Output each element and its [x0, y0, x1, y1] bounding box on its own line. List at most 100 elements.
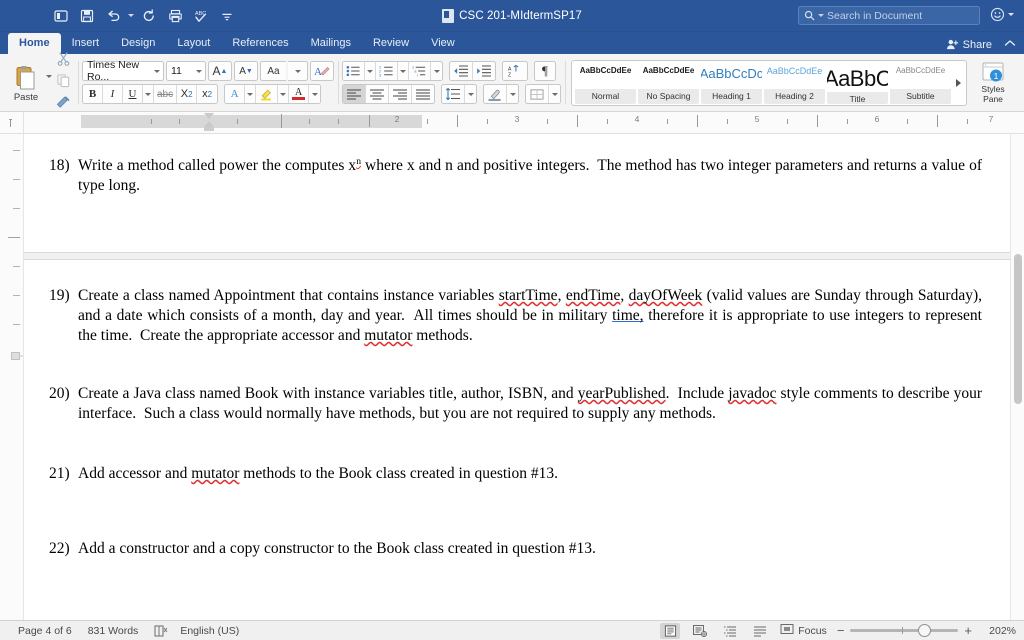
font-color-button[interactable]: A: [289, 85, 310, 103]
question-21[interactable]: 21) Add accessor and mutator methods to …: [24, 464, 1010, 484]
style-normal[interactable]: AaBbCcDdEe Normal: [575, 62, 636, 104]
outline-view-button[interactable]: [720, 623, 740, 639]
change-case-caret[interactable]: [288, 61, 308, 81]
font-color-caret[interactable]: [309, 85, 320, 103]
show-formatting-marks-button[interactable]: ¶: [534, 61, 556, 81]
italic-button[interactable]: I: [103, 85, 123, 103]
vertical-scrollbar[interactable]: [1010, 134, 1024, 620]
style-heading-1[interactable]: AaBbCcDc Heading 1: [701, 62, 762, 104]
font-size-caret-icon[interactable]: [196, 69, 202, 73]
line-spacing-caret[interactable]: [465, 85, 476, 103]
bullet-list-icon[interactable]: [343, 62, 365, 80]
highlight-caret[interactable]: [278, 85, 290, 103]
question-20[interactable]: 20) Create a Java class named Book with …: [24, 384, 1010, 424]
style-subtitle[interactable]: AaBbCcDdEe Subtitle: [890, 62, 951, 104]
subscript-button[interactable]: X2: [177, 85, 198, 103]
increase-indent-icon[interactable]: [473, 62, 495, 80]
share-button[interactable]: Share: [946, 38, 992, 51]
bullet-list-caret[interactable]: [365, 62, 376, 80]
search-input[interactable]: Search in Document: [798, 6, 980, 25]
account-smiley-button[interactable]: [990, 7, 1014, 22]
styles-gallery-more-icon[interactable]: [952, 79, 964, 87]
shading-caret[interactable]: [507, 85, 518, 103]
draft-view-button[interactable]: [750, 623, 770, 639]
decrease-indent-icon[interactable]: [450, 62, 473, 80]
numbered-list-caret[interactable]: [398, 62, 409, 80]
tab-stop-selector[interactable]: [0, 112, 24, 133]
redo-icon[interactable]: [136, 4, 162, 28]
tab-layout[interactable]: Layout: [166, 33, 221, 54]
font-name-input[interactable]: Times New Ro...: [82, 59, 164, 83]
zoom-level[interactable]: 202%: [982, 625, 1016, 637]
ruler-tab-stop[interactable]: [281, 114, 282, 128]
language-indicator[interactable]: English (US): [180, 625, 255, 637]
justify-icon[interactable]: [412, 85, 434, 103]
vertical-scrollbar-thumb[interactable]: [1014, 254, 1022, 404]
word-count[interactable]: 831 Words: [88, 625, 155, 637]
align-right-icon[interactable]: [389, 85, 412, 103]
clear-formatting-button[interactable]: A: [310, 61, 334, 81]
zoom-thumb[interactable]: [918, 624, 932, 637]
numbered-list-icon[interactable]: 123: [376, 62, 398, 80]
paste-button[interactable]: Paste: [6, 63, 46, 103]
style-heading-2[interactable]: AaBbCcDdEe Heading 2: [764, 62, 825, 104]
proofing-errors-icon[interactable]: [154, 624, 180, 637]
undo-dropdown-caret-icon[interactable]: [126, 4, 136, 28]
undo-icon[interactable]: [100, 4, 126, 28]
zoom-slider[interactable]: − +: [837, 623, 972, 638]
save-icon[interactable]: [74, 4, 100, 28]
focus-mode-button[interactable]: Focus: [780, 623, 827, 638]
font-size-input[interactable]: 11: [166, 61, 206, 81]
tab-review[interactable]: Review: [362, 33, 420, 54]
question-22[interactable]: 22) Add a constructor and a copy constru…: [24, 539, 1010, 559]
document-scroll-pane[interactable]: 18) Write a method called power the comp…: [24, 134, 1024, 620]
zoom-in-button[interactable]: +: [964, 623, 972, 638]
question-18[interactable]: 18) Write a method called power the comp…: [24, 156, 1010, 196]
change-case-button[interactable]: Aa: [260, 61, 286, 81]
tab-design[interactable]: Design: [110, 33, 166, 54]
print-icon[interactable]: [162, 4, 188, 28]
superscript-button[interactable]: x2: [197, 85, 217, 103]
cut-icon[interactable]: [56, 51, 71, 71]
print-layout-view-button[interactable]: [660, 622, 681, 639]
borders-caret[interactable]: [549, 85, 560, 103]
web-layout-view-button[interactable]: [690, 623, 710, 639]
horizontal-ruler[interactable]: 2 3 4 5 6 7: [0, 112, 1024, 134]
customize-toolbar-icon[interactable]: [214, 4, 240, 28]
vruler-margin-marker[interactable]: [11, 348, 23, 360]
font-name-caret-icon[interactable]: [154, 69, 160, 73]
strikethrough-button[interactable]: abc: [154, 85, 178, 103]
shading-icon[interactable]: [484, 85, 507, 103]
text-effects-caret[interactable]: [245, 85, 257, 103]
line-spacing-icon[interactable]: [442, 85, 465, 103]
sidebar-toggle-icon[interactable]: [48, 4, 74, 28]
highlight-button[interactable]: [256, 85, 279, 103]
document-page[interactable]: 18) Write a method called power the comp…: [24, 134, 1010, 620]
text-effects-button[interactable]: A: [225, 85, 246, 103]
zoom-out-button[interactable]: −: [837, 623, 845, 638]
grow-font-button[interactable]: A ▲: [208, 61, 232, 81]
left-indent-marker[interactable]: [204, 127, 214, 131]
account-caret-icon[interactable]: [1008, 13, 1014, 16]
align-left-icon[interactable]: [343, 85, 366, 103]
search-dropdown-caret-icon[interactable]: [818, 14, 824, 17]
zoom-track[interactable]: [850, 624, 959, 637]
spelling-abc-icon[interactable]: ABC: [188, 4, 214, 28]
tab-mailings[interactable]: Mailings: [300, 33, 362, 54]
tab-references[interactable]: References: [221, 33, 299, 54]
multilevel-list-icon[interactable]: 1ai: [409, 62, 431, 80]
align-center-icon[interactable]: [366, 85, 389, 103]
multilevel-list-caret[interactable]: [431, 62, 442, 80]
underline-caret[interactable]: [143, 85, 154, 103]
style-no-spacing[interactable]: AaBbCcDdEe No Spacing: [638, 62, 699, 104]
sort-az-icon[interactable]: AZ: [502, 61, 528, 81]
ribbon-collapse-icon[interactable]: [1004, 39, 1016, 51]
borders-icon[interactable]: [526, 85, 549, 103]
first-line-indent-marker[interactable]: [204, 113, 214, 119]
shrink-font-button[interactable]: A ▼: [234, 61, 258, 81]
question-19[interactable]: 19) Create a class named Appointment tha…: [24, 286, 1010, 346]
page-indicator[interactable]: Page 4 of 6: [18, 625, 88, 637]
tab-view[interactable]: View: [420, 33, 466, 54]
copy-icon[interactable]: [56, 73, 71, 93]
bold-button[interactable]: B: [83, 85, 103, 103]
